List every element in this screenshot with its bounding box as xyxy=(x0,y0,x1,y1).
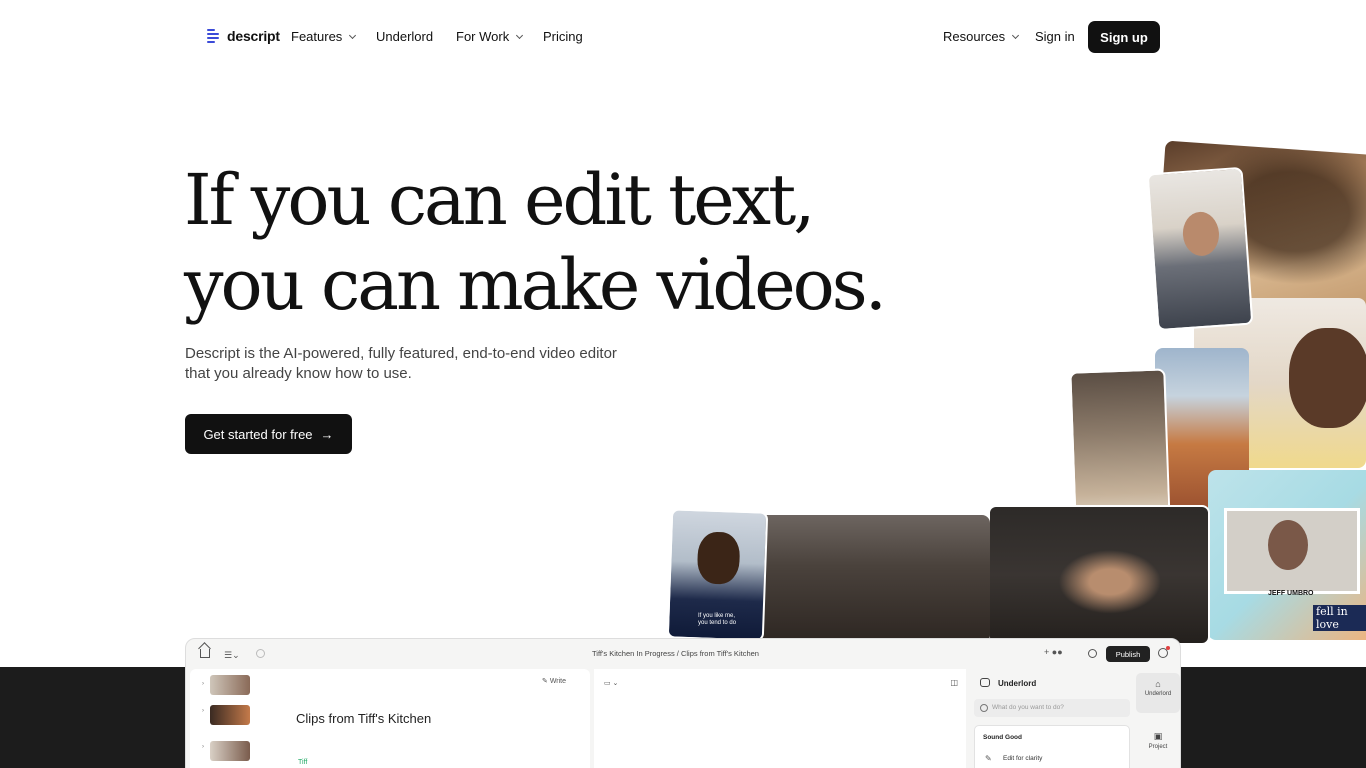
canvas-panel: ▭ ⌄ ◫ xyxy=(594,669,966,768)
robot-icon: ⌂ xyxy=(1155,679,1161,689)
collage-studio-image xyxy=(758,515,990,643)
hero-subtext: Descript is the AI-powered, fully featur… xyxy=(185,345,617,382)
collage-man-image xyxy=(1146,166,1254,332)
collage-kitchen-image xyxy=(1069,368,1171,528)
robot-icon xyxy=(980,678,990,687)
jeff-name-label: JEFF UMBRO xyxy=(1268,590,1314,597)
help-icon[interactable] xyxy=(1158,646,1170,658)
sidebar-toggle-icon[interactable]: ◫ xyxy=(950,678,958,687)
descript-logo-icon xyxy=(207,28,221,44)
signin-link[interactable]: Sign in xyxy=(1035,29,1075,44)
doc-title: Clips from Tiff's Kitchen xyxy=(296,711,432,726)
status-icon xyxy=(256,649,265,658)
scene-thumbnail[interactable] xyxy=(210,741,250,761)
home-icon[interactable] xyxy=(200,649,210,658)
app-preview-window: ☰⌄ Tiff's Kitchen In Progress / Clips fr… xyxy=(185,638,1181,768)
headline-line-2: you can make videos. xyxy=(184,244,887,326)
nav-features[interactable]: Features xyxy=(291,29,357,44)
descript-logo[interactable]: descript xyxy=(207,28,280,44)
speaker-label[interactable]: Tiff xyxy=(298,759,307,766)
chevron-right-icon[interactable]: › xyxy=(202,681,204,687)
headline-line-1: If you can edit text, xyxy=(184,159,816,241)
folder-icon: ▣ xyxy=(1153,731,1163,741)
hero-headline: If you can edit text, you can make video… xyxy=(184,158,887,328)
edit-for-clarity-item[interactable]: Edit for clarity xyxy=(1003,755,1042,762)
signup-button[interactable]: Sign up xyxy=(1088,21,1160,53)
side-tab-underlord[interactable]: ⌂ Underlord xyxy=(1136,673,1180,713)
write-button[interactable]: ✎ Write xyxy=(542,677,566,685)
get-started-button[interactable]: Get started for free → xyxy=(185,414,352,454)
chevron-down-icon xyxy=(349,31,357,39)
card-title: Sound Good xyxy=(983,734,1022,741)
menu-icon[interactable]: ☰⌄ xyxy=(224,650,240,661)
caption-fell-in-love: fell in love xyxy=(1313,605,1366,631)
nav-underlord[interactable]: Underlord xyxy=(376,29,433,44)
underlord-panel: Underlord What do you want to do? Sound … xyxy=(970,669,1130,768)
script-panel: › › › ✎ Write Clips from Tiff's Kitchen … xyxy=(190,669,590,768)
wand-icon: ✎ xyxy=(985,754,992,763)
nav-for-work[interactable]: For Work xyxy=(456,29,524,44)
collage-headset-image xyxy=(988,505,1210,645)
arrow-right-icon: → xyxy=(320,426,334,442)
underlord-title: Underlord xyxy=(998,679,1037,688)
nav-resources[interactable]: Resources xyxy=(943,29,1020,44)
breadcrumb[interactable]: Tiff's Kitchen In Progress / Clips from … xyxy=(592,649,759,658)
publish-button[interactable]: Publish xyxy=(1106,646,1150,662)
side-tab-project[interactable]: ▣ Project xyxy=(1136,725,1180,765)
sound-good-card: Sound Good ✎ Edit for clarity xyxy=(974,725,1130,768)
chevron-down-icon xyxy=(1012,31,1020,39)
app-toolbar: ☰⌄ Tiff's Kitchen In Progress / Clips fr… xyxy=(186,639,1180,669)
scene-thumbnail[interactable] xyxy=(210,675,250,695)
logo-text: descript xyxy=(227,28,280,44)
chevron-right-icon[interactable]: › xyxy=(202,708,204,714)
underlord-search-input[interactable]: What do you want to do? xyxy=(974,699,1130,717)
scene-thumbnail[interactable] xyxy=(210,705,250,725)
chevron-down-icon xyxy=(516,31,524,39)
top-nav: descript Features Underlord For Work Pri… xyxy=(0,0,1366,74)
nav-pricing[interactable]: Pricing xyxy=(543,29,583,44)
caption-small: If you like me, you tend to do xyxy=(698,613,737,626)
comment-icon[interactable] xyxy=(1088,649,1097,658)
chevron-right-icon[interactable]: › xyxy=(202,744,204,750)
layout-select[interactable]: ▭ ⌄ xyxy=(604,679,618,687)
collaborators-avatars[interactable]: + ●● xyxy=(1044,647,1063,657)
